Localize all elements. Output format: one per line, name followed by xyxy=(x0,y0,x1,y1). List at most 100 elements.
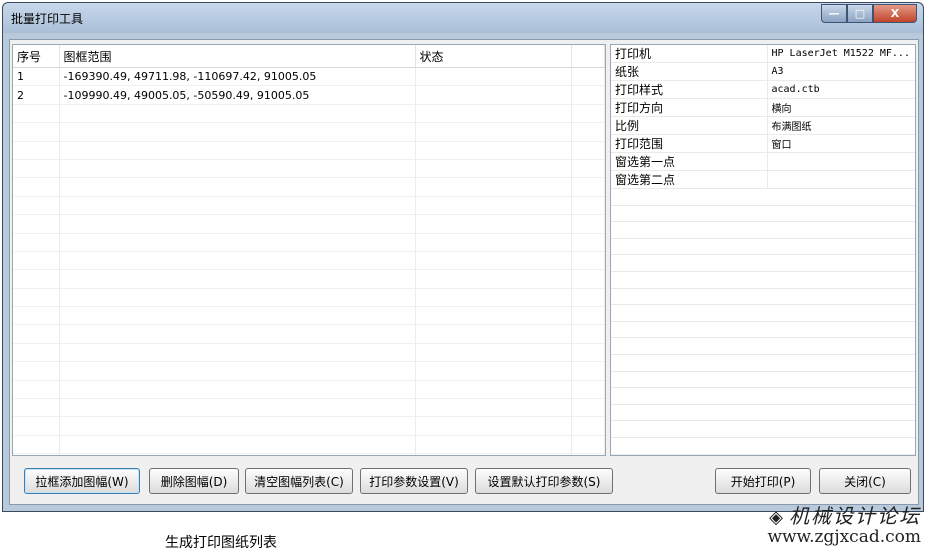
empty-cell xyxy=(571,288,605,308)
column-header-index[interactable]: 序号 xyxy=(13,45,60,68)
property-row[interactable]: 打印方向 横向 xyxy=(611,98,915,117)
property-value[interactable]: 布满图纸 xyxy=(766,116,915,135)
empty-cell xyxy=(415,435,572,455)
empty-row xyxy=(13,159,605,179)
empty-cell xyxy=(415,288,572,308)
delete-frame-button[interactable]: 删除图幅(D) xyxy=(149,468,239,494)
empty-cell xyxy=(415,306,572,326)
empty-property-row xyxy=(611,437,915,455)
empty-cell xyxy=(571,196,605,216)
empty-cell xyxy=(611,354,767,372)
empty-cell xyxy=(59,324,416,344)
empty-cell xyxy=(611,454,767,455)
empty-property-row xyxy=(611,354,915,372)
property-value[interactable]: HP LaserJet M1522 MF... xyxy=(766,45,915,63)
empty-cell xyxy=(59,361,416,381)
empty-cell xyxy=(13,361,60,381)
empty-property-row xyxy=(611,337,915,355)
empty-cell xyxy=(571,306,605,326)
dialog-client-area: 序号 图框范围 状态 1 -169390.49, 49711.98, -11069… xyxy=(9,39,919,505)
empty-cell xyxy=(611,304,767,322)
print-settings-button[interactable]: 打印参数设置(V) xyxy=(360,468,468,494)
frame-list[interactable]: 序号 图框范围 状态 1 -169390.49, 49711.98, -11069… xyxy=(12,44,606,456)
empty-row xyxy=(13,122,605,142)
empty-cell xyxy=(767,420,915,438)
table-row[interactable]: 1 -169390.49, 49711.98, -110697.42, 91005… xyxy=(13,67,605,87)
set-default-print-params-button[interactable]: 设置默认打印参数(S) xyxy=(475,468,613,494)
column-header-filler xyxy=(571,45,605,68)
close-button[interactable]: 关闭(C) xyxy=(819,468,911,494)
watermark-title: ◈ 机械设计论坛 xyxy=(767,500,921,529)
empty-cell xyxy=(59,453,416,455)
clear-frame-list-button[interactable]: 清空图幅列表(C) xyxy=(245,468,353,494)
property-value[interactable]: A3 xyxy=(766,62,915,81)
print-settings-grid[interactable]: 打印机 HP LaserJet M1522 MF... 纸张 A3 打印样式 acad.c… xyxy=(610,44,916,456)
empty-cell xyxy=(59,380,416,400)
empty-cell xyxy=(13,214,60,234)
title-bar[interactable]: 批量打印工具 — □ X xyxy=(3,3,923,33)
empty-cell xyxy=(59,122,416,142)
empty-property-row xyxy=(611,205,915,223)
empty-property-row xyxy=(611,238,915,256)
empty-row xyxy=(13,233,605,252)
empty-property-row xyxy=(611,254,915,272)
empty-cell xyxy=(415,214,572,234)
table-row[interactable]: 2 -109990.49, 49005.05, -50590.49, 91005.… xyxy=(13,85,605,105)
property-value[interactable]: 横向 xyxy=(766,98,915,117)
column-header-status[interactable]: 状态 xyxy=(415,45,572,68)
empty-cell xyxy=(415,196,572,216)
empty-cell xyxy=(59,288,416,308)
empty-cell xyxy=(571,324,605,344)
empty-cell xyxy=(571,416,605,436)
empty-cell xyxy=(571,233,605,252)
empty-row xyxy=(13,324,605,344)
property-row[interactable]: 比例 布满图纸 xyxy=(611,116,915,135)
column-header-range[interactable]: 图框范围 xyxy=(59,45,416,68)
property-label: 比例 xyxy=(611,116,767,135)
empty-row xyxy=(13,380,605,400)
empty-cell xyxy=(767,371,915,389)
empty-row xyxy=(13,416,605,436)
empty-property-row xyxy=(611,288,915,306)
empty-cell xyxy=(13,398,60,418)
minimize-button[interactable]: — xyxy=(821,4,847,23)
batch-print-window: 批量打印工具 — □ X 序号 图框范围 状态 1 -169390.49, 497… xyxy=(2,2,924,512)
watermark-cn-text: 机械设计论坛 xyxy=(789,504,921,528)
empty-property-row xyxy=(611,188,915,206)
empty-cell xyxy=(415,104,572,124)
empty-row xyxy=(13,306,605,326)
watermark-url: www.zgjxcad.com xyxy=(767,527,921,547)
property-row[interactable]: 打印样式 acad.ctb xyxy=(611,80,915,99)
property-value[interactable] xyxy=(766,170,915,189)
cell-index: 2 xyxy=(13,85,60,105)
empty-cell xyxy=(59,177,416,197)
diamond-logo-icon: ◈ xyxy=(769,507,785,528)
property-value[interactable] xyxy=(766,152,915,171)
property-label: 打印方向 xyxy=(611,98,767,117)
property-row[interactable]: 纸张 A3 xyxy=(611,62,915,81)
caption-buttons: — □ X xyxy=(821,4,917,23)
empty-cell xyxy=(611,288,767,306)
empty-row xyxy=(13,177,605,197)
cell-index: 1 xyxy=(13,67,60,87)
empty-cell xyxy=(13,324,60,344)
property-row[interactable]: 窗选第一点 xyxy=(611,152,915,171)
property-value[interactable]: 窗口 xyxy=(766,134,915,153)
empty-cell xyxy=(767,454,915,455)
close-window-button[interactable]: X xyxy=(873,4,917,23)
start-print-button[interactable]: 开始打印(P) xyxy=(715,468,811,494)
empty-cell xyxy=(415,398,572,418)
empty-cell xyxy=(415,233,572,252)
property-value[interactable]: acad.ctb xyxy=(766,80,915,99)
property-row[interactable]: 窗选第二点 xyxy=(611,170,915,189)
empty-property-row xyxy=(611,271,915,289)
property-row[interactable]: 打印机 HP LaserJet M1522 MF... xyxy=(611,45,915,63)
empty-cell xyxy=(415,177,572,197)
maximize-button[interactable]: □ xyxy=(847,4,873,23)
empty-cell xyxy=(611,205,767,223)
add-frame-by-box-button[interactable]: 拉框添加图幅(W) xyxy=(24,468,140,494)
empty-cell xyxy=(571,141,605,160)
empty-row xyxy=(13,251,605,271)
cell-status xyxy=(415,85,572,105)
property-row[interactable]: 打印范围 窗口 xyxy=(611,134,915,153)
